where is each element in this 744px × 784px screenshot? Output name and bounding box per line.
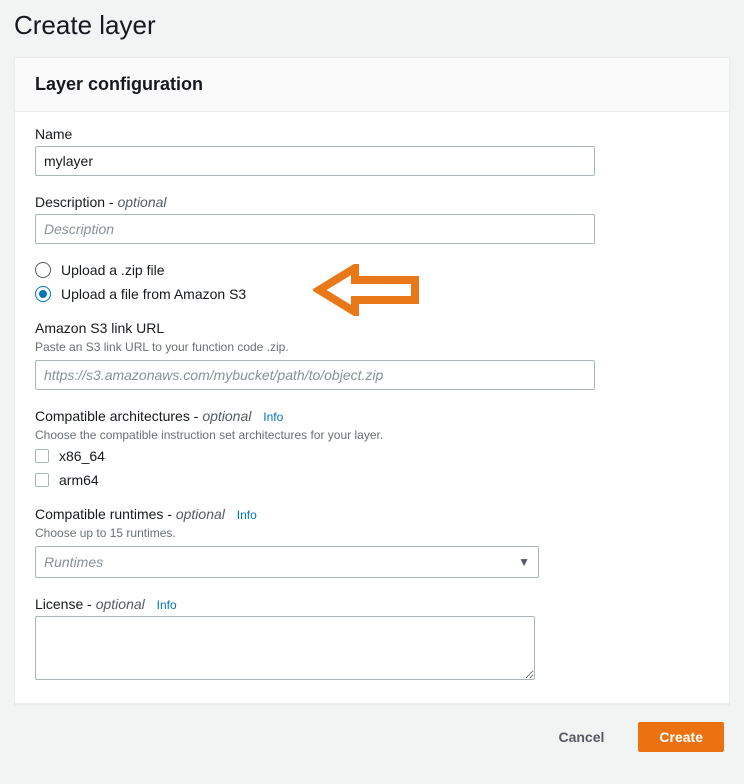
s3-url-input[interactable] [35, 360, 595, 390]
license-textarea[interactable] [35, 616, 535, 680]
runtimes-select[interactable]: Runtimes ▼ [35, 546, 539, 578]
runtimes-helper: Choose up to 15 runtimes. [35, 526, 709, 540]
runtimes-placeholder: Runtimes [44, 554, 103, 570]
description-label: Description - optional [35, 194, 709, 210]
license-label: License - optional Info [35, 596, 709, 612]
arch-x86-checkbox[interactable]: x86_64 [35, 448, 709, 464]
checkbox-icon [35, 473, 49, 487]
runtimes-label: Compatible runtimes - optional Info [35, 506, 709, 522]
arch-arm64-checkbox[interactable]: arm64 [35, 472, 709, 488]
layer-config-panel: Layer configuration Name Description - o… [14, 57, 730, 704]
arch-arm64-label: arm64 [59, 472, 99, 488]
s3-url-label: Amazon S3 link URL [35, 320, 709, 336]
architectures-label: Compatible architectures - optional Info [35, 408, 709, 424]
radio-icon [35, 262, 51, 278]
caret-down-icon: ▼ [518, 555, 530, 569]
architectures-info-link[interactable]: Info [263, 410, 283, 424]
create-button[interactable]: Create [638, 722, 724, 752]
upload-zip-radio[interactable]: Upload a .zip file [35, 262, 709, 278]
panel-title: Layer configuration [35, 74, 709, 95]
footer: Cancel Create [14, 704, 730, 770]
panel-header: Layer configuration [15, 58, 729, 112]
arch-x86-label: x86_64 [59, 448, 105, 464]
s3-url-helper: Paste an S3 link URL to your function co… [35, 340, 709, 354]
upload-zip-label: Upload a .zip file [61, 262, 165, 278]
page-title: Create layer [14, 8, 730, 41]
radio-icon [35, 286, 51, 302]
name-label: Name [35, 126, 709, 142]
runtimes-info-link[interactable]: Info [237, 508, 257, 522]
license-info-link[interactable]: Info [157, 598, 177, 612]
checkbox-icon [35, 449, 49, 463]
upload-s3-label: Upload a file from Amazon S3 [61, 286, 246, 302]
name-input[interactable] [35, 146, 595, 176]
description-input[interactable] [35, 214, 595, 244]
cancel-button[interactable]: Cancel [538, 723, 624, 751]
architectures-helper: Choose the compatible instruction set ar… [35, 428, 709, 442]
upload-s3-radio[interactable]: Upload a file from Amazon S3 [35, 286, 709, 302]
